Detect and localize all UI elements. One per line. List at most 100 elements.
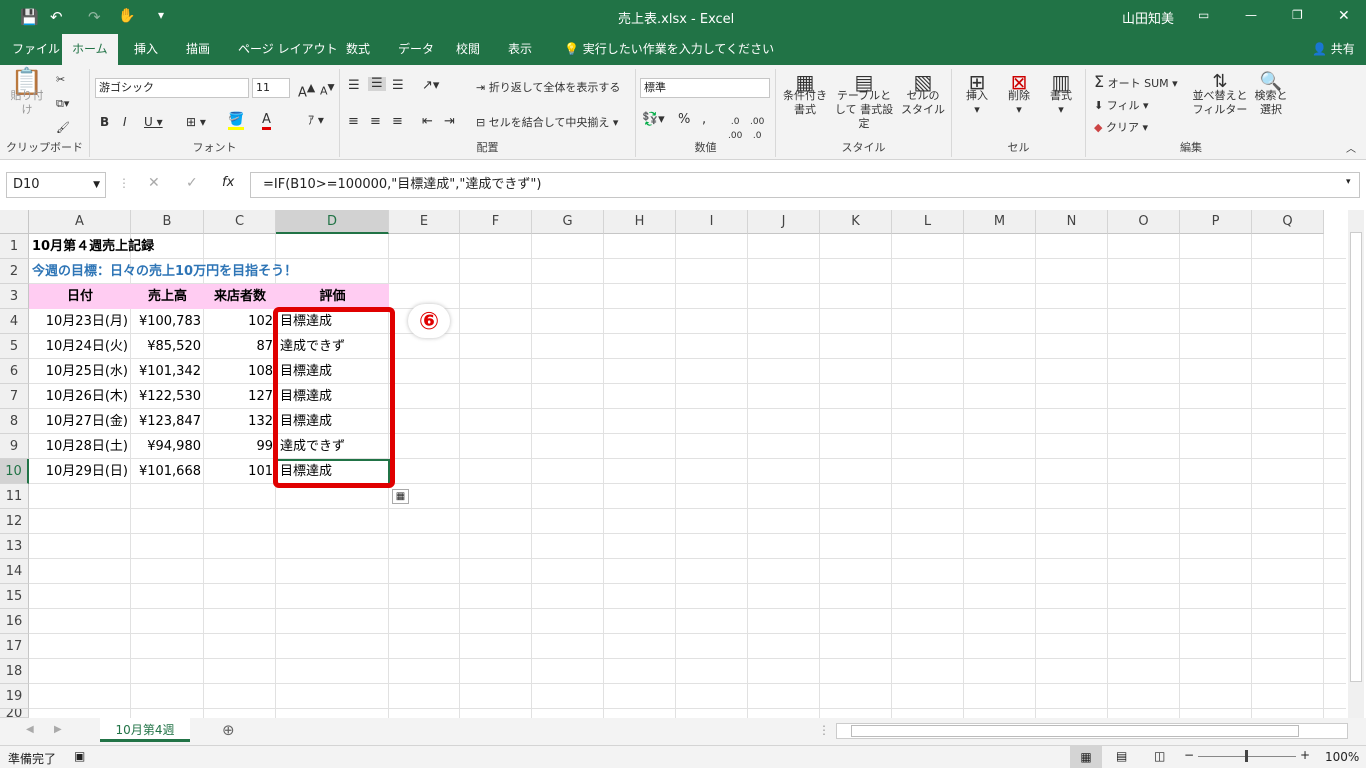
column-header-m[interactable]: M <box>964 210 1036 234</box>
zoom-slider-thumb[interactable] <box>1245 750 1248 762</box>
cell-visitors[interactable]: 127 <box>204 384 276 409</box>
cell-a2-goal[interactable]: 今週の目標：日々の売上10万円を目指そう！ <box>29 259 300 284</box>
tab-formulas[interactable]: 数式 <box>336 34 380 65</box>
column-header-e[interactable]: E <box>389 210 460 234</box>
insert-function-icon[interactable]: fx <box>222 175 234 190</box>
worksheet-grid[interactable]: ABCDEFGHIJKLMNOPQ 1 2 3 4 5 6 7 8 9 10 11 12 13 14 15 1… <box>0 210 1364 718</box>
horizontal-scrollbar[interactable] <box>836 723 1348 739</box>
cell-visitors[interactable]: 132 <box>204 409 276 434</box>
cell-date[interactable]: 10月26日(木) <box>29 384 131 409</box>
cell-visitors[interactable]: 87 <box>204 334 276 359</box>
conditional-format-button[interactable]: ▦ 条件付き 書式 <box>780 72 830 117</box>
column-header-n[interactable]: N <box>1036 210 1108 234</box>
row-header-6[interactable]: 6 <box>0 359 29 384</box>
redo-icon[interactable]: ↷ <box>88 8 101 26</box>
column-header-j[interactable]: J <box>748 210 820 234</box>
name-box[interactable]: D10 ▼ <box>6 172 106 198</box>
row-header-20[interactable]: 20 <box>0 709 29 718</box>
enter-icon[interactable]: ✓ <box>186 175 198 191</box>
collapse-ribbon-icon[interactable]: ︿ <box>1346 143 1356 157</box>
cell-date[interactable]: 10月24日(火) <box>29 334 131 359</box>
close-icon[interactable]: ✕ <box>1338 8 1350 24</box>
cell-styles-button[interactable]: ▧ セルの スタイル <box>900 72 946 117</box>
column-header-h[interactable]: H <box>604 210 676 234</box>
shrink-font-icon[interactable]: A▼ <box>320 81 335 99</box>
delete-cells-button[interactable]: ⊠ 削除 ▾ <box>1002 72 1036 117</box>
tab-page-layout[interactable]: ページ レイアウト <box>228 34 348 65</box>
row-header-15[interactable]: 15 <box>0 584 29 609</box>
cut-icon[interactable]: ✂ <box>56 73 65 87</box>
hscroll-thumb[interactable] <box>851 725 1299 737</box>
cell-sales[interactable]: ¥94,980 <box>131 434 204 459</box>
autofill-options-icon[interactable]: ▦ <box>392 489 409 504</box>
tab-review[interactable]: 校閲 <box>446 34 490 65</box>
paste-button[interactable]: 📋 貼り付け <box>6 69 48 117</box>
underline-icon[interactable]: U ▾ <box>144 115 163 129</box>
italic-icon[interactable]: I <box>123 115 127 129</box>
save-icon[interactable]: 💾 <box>20 8 39 26</box>
zoom-in-icon[interactable]: + <box>1300 748 1310 762</box>
column-header-o[interactable]: O <box>1108 210 1180 234</box>
cell-visitors[interactable]: 101 <box>204 459 276 484</box>
row-header-13[interactable]: 13 <box>0 534 29 559</box>
format-cells-button[interactable]: ▥ 書式 ▾ <box>1044 72 1078 117</box>
zoom-out-icon[interactable]: − <box>1184 748 1194 762</box>
merge-center-button[interactable]: ⊟ セルを結合して中央揃え ▾ <box>476 116 618 130</box>
row-header-5[interactable]: 5 <box>0 334 29 359</box>
copy-icon[interactable]: ⧉▾ <box>56 97 69 111</box>
bottom-align-icon[interactable]: ☰ <box>392 79 404 93</box>
undo-icon[interactable]: ↶ <box>50 8 63 26</box>
decrease-indent-icon[interactable]: ⇤ <box>422 115 433 129</box>
next-sheet-icon[interactable]: ▶ <box>54 724 62 735</box>
orientation-icon[interactable]: ↗▾ <box>422 79 439 93</box>
cell-sales[interactable]: ¥122,530 <box>131 384 204 409</box>
cell-sales[interactable]: ¥85,520 <box>131 334 204 359</box>
cell-date[interactable]: 10月23日(月) <box>29 309 131 334</box>
header-sales[interactable]: 売上高 <box>131 284 204 309</box>
cell-date[interactable]: 10月27日(金) <box>29 409 131 434</box>
page-layout-view-icon[interactable]: ▤ <box>1116 749 1127 763</box>
tab-file[interactable]: ファイル <box>2 34 70 65</box>
cell-sales[interactable]: ¥101,668 <box>131 459 204 484</box>
row-header-11[interactable]: 11 <box>0 484 29 509</box>
scroll-thumb[interactable] <box>1350 232 1362 682</box>
autosum-button[interactable]: Σ オート SUM ▾ <box>1094 74 1178 91</box>
find-select-button[interactable]: 🔍 検索と 選択 <box>1252 73 1290 117</box>
insert-cells-button[interactable]: ⊞ 挿入 ▾ <box>960 72 994 117</box>
row-header-7[interactable]: 7 <box>0 384 29 409</box>
column-header-c[interactable]: C <box>204 210 276 234</box>
column-header-g[interactable]: G <box>532 210 604 234</box>
zoom-level[interactable]: 100% <box>1325 750 1359 764</box>
row-header-19[interactable]: 19 <box>0 684 29 709</box>
font-name-select[interactable]: 游ゴシック <box>95 78 249 98</box>
header-date[interactable]: 日付 <box>29 284 131 309</box>
row-header-17[interactable]: 17 <box>0 634 29 659</box>
row-header-3[interactable]: 3 <box>0 284 29 309</box>
cell-date[interactable]: 10月29日(日) <box>29 459 131 484</box>
fill-color-icon[interactable]: 🪣 <box>228 113 245 130</box>
add-sheet-icon[interactable]: ⊕ <box>222 721 235 739</box>
cell-sales[interactable]: ¥101,342 <box>131 359 204 384</box>
middle-align-icon[interactable]: ☰ <box>368 77 386 91</box>
column-header-d[interactable]: D <box>276 210 389 234</box>
share-button[interactable]: 👤 共有 <box>1302 34 1365 65</box>
column-header-p[interactable]: P <box>1180 210 1252 234</box>
sort-filter-button[interactable]: ⇅ 並べ替えと フィルター <box>1192 73 1248 117</box>
split-handle-icon[interactable]: ⋮ <box>818 723 830 737</box>
fill-button[interactable]: ⬇ フィル ▾ <box>1094 99 1149 113</box>
customize-qat-icon[interactable]: ▾ <box>158 8 164 22</box>
column-header-a[interactable]: A <box>29 210 131 234</box>
ribbon-display-icon[interactable]: ▭ <box>1198 8 1209 22</box>
clear-button[interactable]: ◆ クリア ▾ <box>1094 121 1148 135</box>
column-header-i[interactable]: I <box>676 210 748 234</box>
comma-icon[interactable]: , <box>702 113 706 127</box>
row-header-2[interactable]: 2 <box>0 259 29 284</box>
normal-view-icon[interactable]: ▦ <box>1070 746 1102 768</box>
cell-date[interactable]: 10月25日(水) <box>29 359 131 384</box>
row-header-4[interactable]: 4 <box>0 309 29 334</box>
font-size-select[interactable]: 11 <box>252 78 290 98</box>
tab-draw[interactable]: 描画 <box>176 34 220 65</box>
cancel-icon[interactable]: ✕ <box>148 175 160 191</box>
page-break-view-icon[interactable]: ◫ <box>1154 749 1165 763</box>
font-color-icon[interactable]: A <box>262 113 271 130</box>
